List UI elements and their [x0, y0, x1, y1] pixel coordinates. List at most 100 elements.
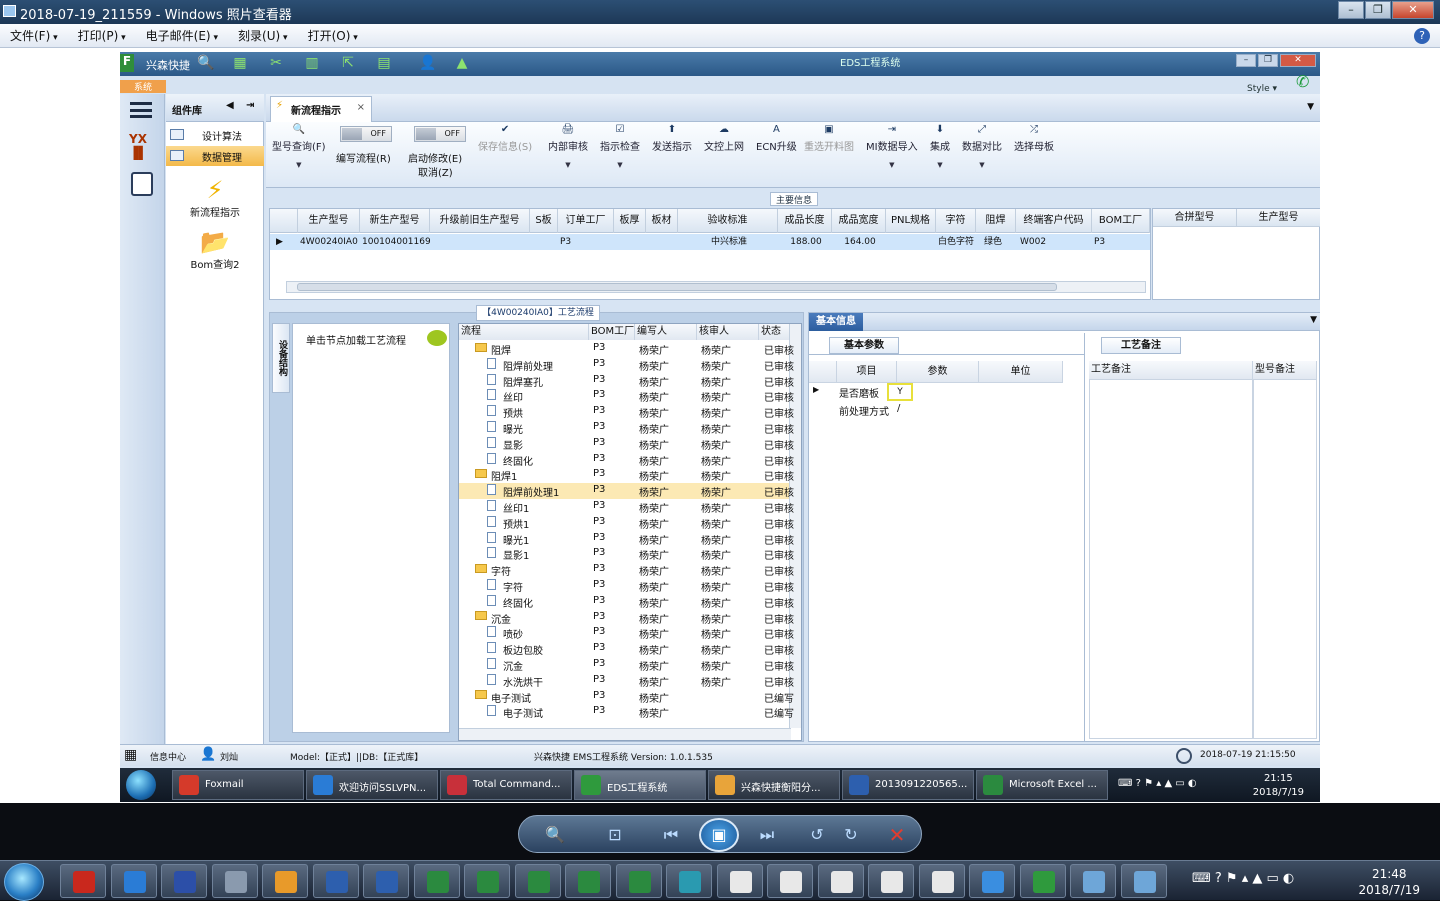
taskbar-excel-1[interactable]	[413, 864, 460, 898]
taskbar-excel-window-2[interactable]	[767, 864, 813, 898]
horizontal-scrollbar[interactable]	[459, 728, 791, 740]
taskbar-photo-viewer-2[interactable]	[1120, 864, 1167, 898]
menu-open[interactable]: 打开(O)	[308, 27, 358, 44]
table-row[interactable]: ▶ 4W00240IA0 10010400116961 P3 中兴标准 188.…	[270, 234, 1150, 250]
col-header[interactable]: 板材	[646, 209, 678, 233]
tree-row[interactable]: 丝印 P3 杨荣广 杨荣广 已审核	[459, 388, 794, 404]
vertical-tab-equipment[interactable]: 设备结构	[272, 323, 290, 393]
taskbar-eye-app[interactable]	[666, 864, 712, 898]
chat-bubble-icon[interactable]	[427, 330, 447, 346]
taskbar-eds-app[interactable]	[1019, 864, 1066, 898]
chevron-down-icon[interactable]: ▼	[1310, 315, 1317, 325]
taskbar-total-commander[interactable]	[161, 864, 207, 898]
next-icon[interactable]: ⏭	[753, 823, 781, 847]
tree-row[interactable]: 沉金 P3 杨荣广 杨荣广 已审核	[459, 610, 794, 626]
col-header[interactable]: 字符	[936, 209, 976, 233]
tree-row[interactable]: 终固化 P3 杨荣广 杨荣广 已审核	[459, 594, 794, 610]
restore-button[interactable]: ❐	[1365, 1, 1391, 19]
col-header[interactable]: 验收标准	[678, 209, 778, 233]
grid-icon[interactable]: ▤	[374, 55, 394, 73]
taskbar-word-1[interactable]	[312, 864, 359, 898]
reselect-cutting-button[interactable]: ▣ 重选开料图	[804, 124, 854, 153]
menu-burn[interactable]: 刻录(U)	[238, 27, 288, 44]
taskbar-bird-app[interactable]	[969, 864, 1015, 898]
tree-row[interactable]: 曝光1 P3 杨荣广 杨荣广 已审核	[459, 531, 794, 547]
col-header[interactable]: 单位	[979, 361, 1063, 383]
yx-logo-icon[interactable]: YX ▐▌	[129, 132, 155, 160]
tree-row[interactable]: 电子测试 P3 杨荣广 已编写	[459, 689, 794, 705]
info-center-link[interactable]: 信息中心	[150, 750, 186, 763]
col-header[interactable]: 阻焊	[976, 209, 1016, 233]
send-instruction-button[interactable]: ⬆ 发送指示	[652, 124, 692, 153]
col-header[interactable]: 项目	[837, 361, 897, 383]
col-header[interactable]: 终端客户代码	[1016, 209, 1092, 233]
table-row[interactable]: ▶ 是否磨板 Y	[809, 383, 1083, 401]
col-header[interactable]: 升级前旧生产型号	[430, 209, 530, 233]
instruction-check-button[interactable]: ☑ 指示检查 ▼	[600, 124, 640, 169]
system-tab[interactable]: 系统	[120, 80, 166, 93]
col-header[interactable]: 参数	[897, 361, 979, 383]
tree-row[interactable]: 显影1 P3 杨荣广 杨荣广 已审核	[459, 546, 794, 562]
col-header[interactable]: 订单工厂	[558, 209, 614, 233]
col-header[interactable]: 状态	[759, 324, 791, 340]
col-header[interactable]: 编写人	[635, 324, 697, 340]
col-header[interactable]: S板	[530, 209, 558, 233]
shortcut-bom-query[interactable]: 📂 Bom查询2	[166, 228, 264, 271]
tree-row[interactable]: 喷砂 P3 杨荣广 杨荣广 已审核	[459, 625, 794, 641]
user-icon[interactable]: 👤	[418, 55, 438, 73]
menu-icon[interactable]	[130, 102, 152, 118]
tree-row[interactable]: 丝印1 P3 杨荣广 杨荣广 已审核	[459, 499, 794, 515]
system-clock[interactable]: 21:48 2018/7/19	[1358, 866, 1420, 898]
col-header[interactable]: 合拼型号	[1153, 209, 1237, 227]
minimize-button[interactable]: –	[1338, 1, 1364, 19]
mi-import-button[interactable]: ⇥ MI数据导入 ▼	[866, 124, 918, 169]
tree-row[interactable]: 字符 P3 杨荣广 杨荣广 已审核	[459, 562, 794, 578]
component-item-design[interactable]: 设计算法	[166, 125, 264, 145]
rotate-right-icon[interactable]: ↻	[837, 823, 865, 847]
tree-row[interactable]: 阻焊前处理 P3 杨荣广 杨荣广 已审核	[459, 357, 794, 373]
taskbar-excel-4[interactable]	[565, 864, 611, 898]
col-header[interactable]: 新生产型号	[360, 209, 430, 233]
internal-review-button[interactable]: 🖨 内部审核 ▼	[548, 124, 588, 169]
col-header[interactable]: 生产型号	[298, 209, 360, 233]
tab-basic-params[interactable]: 基本参数	[829, 337, 899, 354]
actual-size-icon[interactable]: ⊡	[601, 823, 629, 847]
col-header[interactable]: 核审人	[697, 324, 759, 340]
col-header[interactable]: 成品宽度	[832, 209, 886, 233]
phone-icon[interactable]: ✆	[1296, 72, 1309, 91]
taskbar-excel-window-3[interactable]	[817, 864, 864, 898]
horizontal-scrollbar[interactable]	[286, 281, 1146, 293]
start-edit-toggle[interactable]: OFF	[414, 126, 466, 142]
close-button[interactable]: ✕	[1392, 1, 1434, 19]
app-minimize-button[interactable]: –	[1236, 54, 1256, 67]
taskbar-foxmail[interactable]	[60, 864, 106, 898]
model-query-button[interactable]: 🔍 型号查询(F) ▼	[272, 124, 326, 169]
col-header[interactable]: 生产型号	[1237, 209, 1320, 227]
taskbar-excel-window-1[interactable]	[716, 864, 763, 898]
style-dropdown[interactable]: Style ▾	[1247, 84, 1277, 94]
tree-row[interactable]: 沉金 P3 杨荣广 杨荣广 已审核	[459, 657, 794, 673]
tab-dropdown-icon[interactable]: ▼	[1307, 102, 1314, 112]
integrate-button[interactable]: ⬇ 集成 ▼	[930, 124, 950, 169]
tab-process-notes[interactable]: 工艺备注	[1101, 337, 1181, 354]
col-header[interactable]: BOM工厂	[1092, 209, 1150, 233]
tree-row[interactable]: 阻焊 P3 杨荣广 杨荣广 已审核	[459, 341, 794, 357]
tree-row[interactable]: 曝光 P3 杨荣广 杨荣广 已审核	[459, 420, 794, 436]
menu-file[interactable]: 文件(F)	[10, 27, 58, 44]
scissors-icon[interactable]: ✂	[266, 55, 286, 73]
col-header[interactable]: 流程	[459, 324, 589, 340]
write-flow-toggle[interactable]: OFF	[340, 126, 392, 142]
tree-row[interactable]: 终固化 P3 杨荣广 杨荣广 已审核	[459, 452, 794, 468]
taskbar-word-2[interactable]	[363, 864, 409, 898]
taskbar-excel-3[interactable]	[514, 864, 561, 898]
taskbar-keyboard-app[interactable]	[211, 864, 258, 898]
taskbar-excel-2[interactable]	[464, 864, 510, 898]
menu-print[interactable]: 打印(P)	[78, 27, 126, 44]
tree-row[interactable]: 水洗烘干 P3 杨荣广 杨荣广 已审核	[459, 673, 794, 689]
component-item-data[interactable]: 数据管理	[166, 146, 264, 166]
rotate-left-icon[interactable]: ↺	[803, 823, 831, 847]
calculator-nav-icon[interactable]	[131, 172, 153, 196]
param-value[interactable]: /	[897, 403, 900, 414]
process-note-textarea[interactable]	[1089, 379, 1253, 739]
col-header[interactable]: PNL规格	[886, 209, 936, 233]
